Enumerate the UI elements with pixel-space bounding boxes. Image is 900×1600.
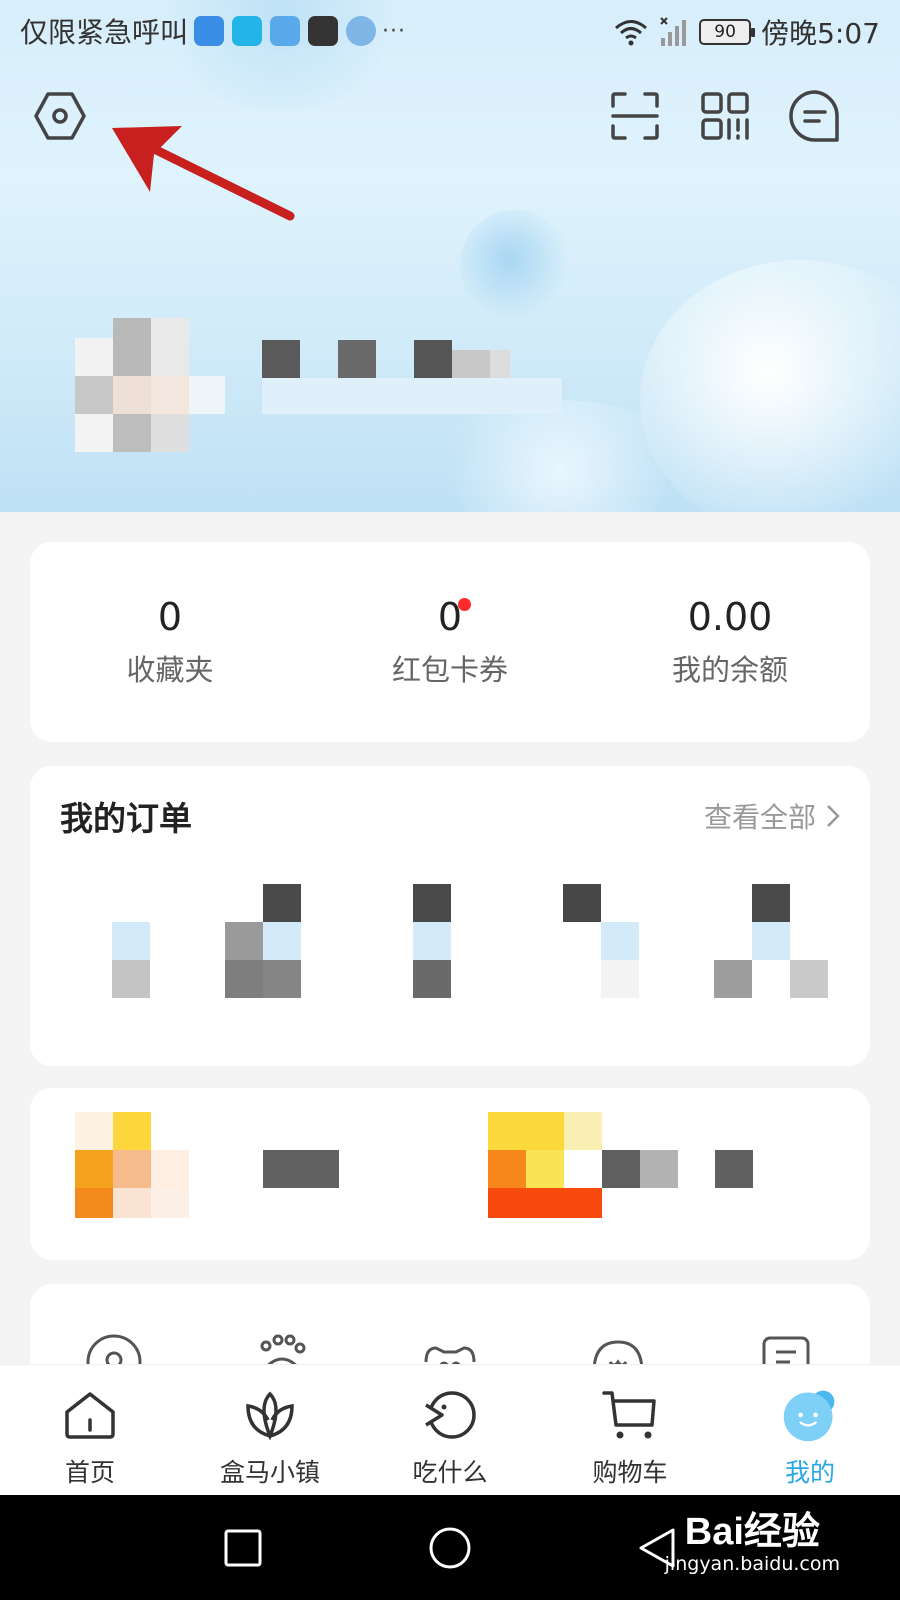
tab-eat-label: 吃什么 [412,1458,488,1487]
promo-card [30,1088,870,1260]
order-icon-3[interactable] [413,884,451,998]
nickname-mosaic [262,340,562,414]
battery-indicator: 90 [699,19,756,45]
chevron-right-icon [827,805,840,827]
browser-app-icon [232,16,263,46]
home-nav-button[interactable] [420,1518,480,1578]
profile-face-icon [780,1387,840,1443]
view-all-label: 查看全部 [703,801,816,834]
coupons-label: 红包卡券 [391,653,508,687]
status-bar: 仅限紧急呼叫 ··· 90 傍晚5:07 [0,0,900,62]
tab-eat[interactable]: 吃什么 [360,1365,540,1495]
balance-label: 我的余额 [671,653,788,687]
watermark-sub: jingyan.baidu.com [664,1553,840,1575]
avatar[interactable] [75,318,225,458]
home-icon [60,1387,120,1443]
cart-icon [600,1387,660,1443]
scan-icon [611,92,659,140]
bottom-tab-bar: 首页 盒马小镇 吃什么 购物车 我的 [0,1364,900,1495]
order-icon-5[interactable] [714,884,828,998]
tab-mine[interactable]: 我的 [720,1365,900,1495]
square-icon [224,1529,262,1566]
scan-button[interactable] [605,86,665,146]
tab-town-label: 盒马小镇 [219,1458,320,1487]
favorites-label: 收藏夹 [126,653,214,687]
lotus-icon [240,1387,300,1443]
tab-home-label: 首页 [64,1458,115,1487]
order-status-icons [112,884,828,998]
finance-app-icon [346,16,377,46]
recent-apps-button[interactable] [213,1518,273,1578]
huawei-app-icon [308,16,339,46]
decor-bubble [460,210,570,320]
tab-town[interactable]: 盒马小镇 [180,1365,360,1495]
status-right: 90 傍晚5:07 [613,12,880,52]
clock: 傍晚5:07 [761,17,880,50]
qrcode-button[interactable] [695,86,755,146]
view-all-orders-link[interactable]: 查看全部 [704,796,840,836]
stats-card: 0 收藏夹 0 红包卡券 0.00 我的余额 [30,542,870,742]
order-icon-2[interactable] [225,884,301,998]
settings-button[interactable] [30,86,90,146]
circle-icon [429,1527,471,1568]
tab-home[interactable]: 首页 [0,1365,180,1495]
notification-icons [194,16,377,46]
carrier-text: 仅限紧急呼叫 [20,16,189,49]
promo-mosaic[interactable] [30,1088,870,1260]
orders-title: 我的订单 [60,799,192,838]
notification-dot [458,598,471,611]
annotation-arrow [112,126,295,221]
wifi-icon [615,20,648,46]
favorites-count: 0 [157,595,183,639]
network-app-icon [270,16,301,46]
settings-hexagon-icon [34,92,86,140]
fish-icon [420,1387,480,1443]
message-icon [789,90,839,142]
signal-icon [660,17,687,46]
order-icon-4[interactable] [563,884,639,998]
bulb-app-icon [194,16,225,46]
orders-card: 我的订单 查看全部 [30,766,870,1066]
more-notifications-icon: ··· [382,18,406,44]
balance-amount: 0.00 [687,595,773,639]
favorites-stat[interactable]: 0 收藏夹 [30,542,310,742]
tab-mine-label: 我的 [784,1458,835,1487]
baidu-watermark: Bai经验 jingyan.baidu.com [665,1500,840,1575]
tab-cart[interactable]: 购物车 [540,1365,720,1495]
watermark-main: Bai经验 [684,1511,820,1553]
coupons-stat[interactable]: 0 红包卡券 [310,542,590,742]
order-icon-1[interactable] [112,922,150,998]
qrcode-icon [701,92,749,140]
tab-cart-label: 购物车 [592,1458,668,1487]
message-button[interactable] [785,86,845,146]
balance-stat[interactable]: 0.00 我的余额 [590,542,870,742]
